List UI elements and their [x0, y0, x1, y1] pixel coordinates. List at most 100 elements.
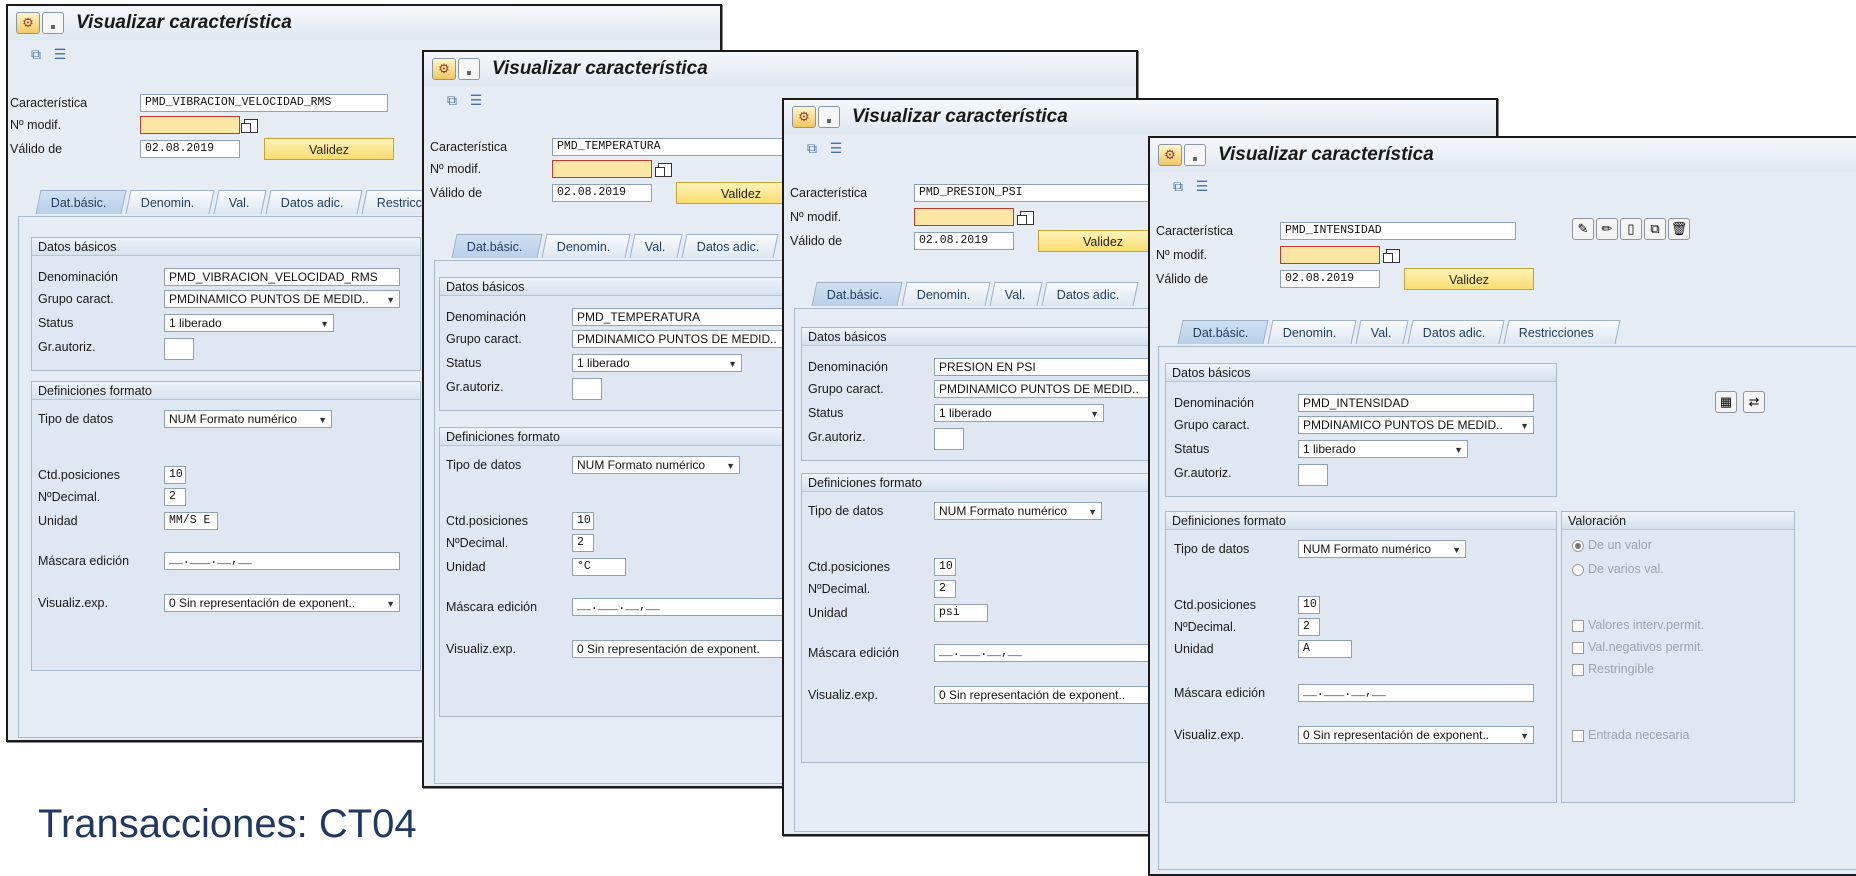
- ctd-posiciones-field[interactable]: 10: [572, 512, 594, 530]
- no-decimal-field[interactable]: 2: [164, 488, 186, 506]
- tipo-de-datos-select[interactable]: NUM Formato numérico: [164, 410, 332, 428]
- valores-interv-checkbox[interactable]: [1572, 620, 1584, 632]
- tab-datos-adic[interactable]: Datos adic.: [1041, 282, 1139, 306]
- n-modif-field[interactable]: [914, 208, 1014, 226]
- val-negativos-checkbox[interactable]: [1572, 642, 1584, 654]
- visualiz-exp-select[interactable]: 0 Sin representación de exponent..: [934, 686, 1170, 704]
- valido-de-field[interactable]: 02.08.2019: [140, 140, 240, 158]
- tab-datos-adic[interactable]: Datos adic.: [1407, 320, 1505, 344]
- n-modif-field[interactable]: [1280, 246, 1380, 264]
- grupo-caract-select[interactable]: PMDINAMICO PUNTOS DE MEDID..: [934, 380, 1170, 398]
- tipo-de-datos-select[interactable]: NUM Formato numérico: [572, 456, 740, 474]
- validez-button[interactable]: Validez: [264, 138, 394, 160]
- status-select[interactable]: 1 liberado: [572, 354, 742, 372]
- tab-val[interactable]: Val.: [629, 234, 683, 258]
- n-modif-field[interactable]: [552, 160, 652, 178]
- denominacion-field[interactable]: PRESION EN PSI: [934, 358, 1170, 376]
- ctd-posiciones-field[interactable]: 10: [934, 558, 956, 576]
- gr-autoriz-field[interactable]: [1298, 464, 1328, 486]
- unidad-field[interactable]: °C: [572, 558, 626, 576]
- caracteristica-field[interactable]: PMD_TEMPERATURA: [552, 138, 800, 156]
- no-decimal-field[interactable]: 2: [1298, 618, 1320, 636]
- tab-denomin[interactable]: Denomin.: [541, 234, 631, 258]
- gr-autoriz-field[interactable]: [572, 378, 602, 400]
- caracteristica-field[interactable]: PMD_INTENSIDAD: [1280, 222, 1516, 240]
- tab-dat-basic[interactable]: Dat.básic.: [451, 234, 543, 258]
- other-characteristic-icon[interactable]: ⧉: [28, 46, 44, 62]
- valido-de-field[interactable]: 02.08.2019: [552, 184, 652, 202]
- tab-val[interactable]: Val.: [213, 190, 267, 214]
- grupo-caract-select[interactable]: PMDINAMICO PUNTOS DE MEDID..: [164, 290, 400, 308]
- tab-denomin[interactable]: Denomin.: [1267, 320, 1357, 344]
- denominacion-field[interactable]: PMD_INTENSIDAD: [1298, 394, 1534, 412]
- visualiz-exp-select[interactable]: 0 Sin representación de exponent..: [164, 594, 400, 612]
- hierarchy-icon[interactable]: ☰: [52, 46, 68, 62]
- hierarchy-icon[interactable]: ☰: [468, 92, 484, 108]
- valido-de-field[interactable]: 02.08.2019: [914, 232, 1014, 250]
- tab-dat-basic[interactable]: Dat.básic.: [811, 282, 903, 306]
- denominacion-field[interactable]: PMD_TEMPERATURA: [572, 308, 808, 326]
- hierarchy-icon[interactable]: ☰: [1194, 178, 1210, 194]
- tab-restricciones[interactable]: Restricciones: [1503, 320, 1621, 344]
- refresh-icon[interactable]: ⇄: [1743, 391, 1765, 413]
- copy-icon[interactable]: [1017, 211, 1034, 225]
- other-characteristic-icon[interactable]: ⧉: [1170, 178, 1186, 194]
- validez-button[interactable]: Validez: [1404, 268, 1534, 290]
- mascara-field[interactable]: __.___.__,__: [1298, 684, 1534, 702]
- new-document-icon[interactable]: ▯: [1620, 218, 1642, 240]
- de-varios-val-radio[interactable]: [1572, 564, 1584, 576]
- grupo-caract-select[interactable]: PMDINAMICO PUNTOS DE MEDID..: [572, 330, 808, 348]
- window-menu-icon[interactable]: [458, 58, 480, 80]
- mascara-field[interactable]: __.___.__,__: [572, 598, 808, 616]
- de-un-valor-radio[interactable]: [1572, 540, 1584, 552]
- gr-autoriz-field[interactable]: [164, 338, 194, 360]
- ctd-posiciones-field[interactable]: 10: [1298, 596, 1320, 614]
- tipo-de-datos-select[interactable]: NUM Formato numérico: [934, 502, 1102, 520]
- tab-val[interactable]: Val.: [1355, 320, 1409, 344]
- sap-app-icon[interactable]: ⚙: [792, 106, 816, 128]
- tab-datos-adic[interactable]: Datos adic.: [265, 190, 363, 214]
- copy-document-icon[interactable]: ⧉: [1644, 218, 1666, 240]
- copy-icon[interactable]: [1383, 249, 1400, 263]
- copy-icon[interactable]: [655, 163, 672, 177]
- caracteristica-field[interactable]: PMD_VIBRACION_VELOCIDAD_RMS: [140, 94, 388, 112]
- window-menu-icon[interactable]: [1184, 144, 1206, 166]
- gr-autoriz-field[interactable]: [934, 428, 964, 450]
- tab-dat-basic[interactable]: Dat.básic.: [35, 190, 127, 214]
- tab-val[interactable]: Val.: [989, 282, 1043, 306]
- copy-icon[interactable]: [241, 119, 258, 133]
- sap-app-icon[interactable]: ⚙: [1158, 144, 1182, 166]
- edit-pencil-icon[interactable]: ✏: [1596, 218, 1618, 240]
- hierarchy-icon[interactable]: ☰: [828, 140, 844, 156]
- grupo-caract-select[interactable]: PMDINAMICO PUNTOS DE MEDID..: [1298, 416, 1534, 434]
- tab-datos-adic[interactable]: Datos adic.: [681, 234, 779, 258]
- visualiz-exp-select[interactable]: 0 Sin representación de exponent.: [572, 640, 808, 658]
- restringible-checkbox[interactable]: [1572, 664, 1584, 676]
- status-select[interactable]: 1 liberado: [1298, 440, 1468, 458]
- other-characteristic-icon[interactable]: ⧉: [444, 92, 460, 108]
- window-menu-icon[interactable]: [42, 12, 64, 34]
- status-select[interactable]: 1 liberado: [164, 314, 334, 332]
- tab-dat-basic[interactable]: Dat.básic.: [1177, 320, 1269, 344]
- n-modif-field[interactable]: [140, 116, 240, 134]
- no-decimal-field[interactable]: 2: [934, 580, 956, 598]
- caracteristica-field[interactable]: PMD_PRESION_PSI: [914, 184, 1162, 202]
- display-change-icon[interactable]: ✎: [1572, 218, 1594, 240]
- denominacion-field[interactable]: PMD_VIBRACION_VELOCIDAD_RMS: [164, 268, 400, 286]
- visualiz-exp-select[interactable]: 0 Sin representación de exponent..: [1298, 726, 1534, 744]
- valido-de-field[interactable]: 02.08.2019: [1280, 270, 1380, 288]
- mascara-field[interactable]: __.___.__,__: [934, 644, 1170, 662]
- entrada-necesaria-checkbox[interactable]: [1572, 730, 1584, 742]
- ctd-posiciones-field[interactable]: 10: [164, 466, 186, 484]
- sap-app-icon[interactable]: ⚙: [16, 12, 40, 34]
- mascara-field[interactable]: __.___.__,__: [164, 552, 400, 570]
- delete-trash-icon[interactable]: 🗑: [1668, 218, 1690, 240]
- tipo-de-datos-select[interactable]: NUM Formato numérico: [1298, 540, 1466, 558]
- window-menu-icon[interactable]: [818, 106, 840, 128]
- tab-denomin[interactable]: Denomin.: [125, 190, 215, 214]
- unidad-field[interactable]: MM/S E: [164, 512, 218, 530]
- other-characteristic-icon[interactable]: ⧉: [804, 140, 820, 156]
- tab-denomin[interactable]: Denomin.: [901, 282, 991, 306]
- unidad-field[interactable]: psi: [934, 604, 988, 622]
- no-decimal-field[interactable]: 2: [572, 534, 594, 552]
